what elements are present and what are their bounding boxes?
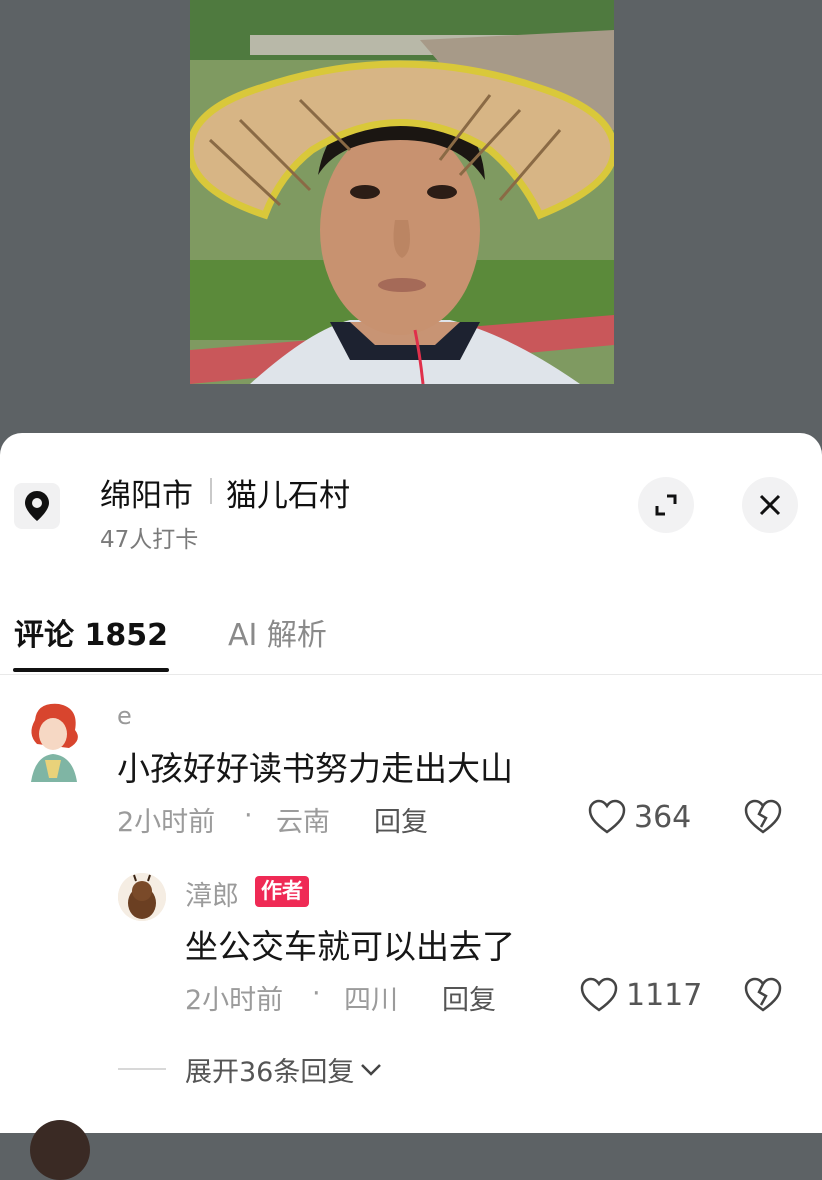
author-badge: 作者	[255, 876, 309, 907]
checkin-count: 47人打卡	[100, 527, 199, 553]
avatar[interactable]	[118, 873, 166, 921]
broken-heart-icon[interactable]	[744, 977, 782, 1017]
reply-button[interactable]: 回复	[374, 800, 428, 839]
like-count: 364	[634, 800, 692, 835]
broken-heart-icon[interactable]	[744, 799, 782, 839]
expand-replies-line	[118, 1068, 166, 1070]
tab-active-indicator	[13, 668, 169, 672]
location-separator	[210, 478, 212, 504]
video-thumbnail-image	[190, 0, 614, 384]
tab-ai-analysis[interactable]: AI 解析	[228, 610, 327, 654]
close-icon	[759, 494, 781, 516]
comment-username[interactable]: e	[117, 702, 132, 730]
expand-replies-button[interactable]: 展开36条回复	[185, 1050, 382, 1089]
reply-button[interactable]: 回复	[442, 978, 496, 1017]
avatar[interactable]	[30, 1120, 90, 1180]
chevron-down-icon	[361, 1063, 382, 1076]
meta-separator: ·	[312, 978, 321, 1009]
like-count: 1117	[626, 978, 703, 1013]
avatar[interactable]	[17, 700, 87, 782]
expand-button[interactable]	[638, 477, 694, 533]
comment-region: 云南	[276, 807, 330, 838]
video-player-area[interactable]	[0, 0, 822, 440]
comment-text: 小孩好好读书努力走出大山	[117, 749, 513, 788]
reply-username[interactable]: 漳郎	[185, 874, 239, 913]
close-button[interactable]	[742, 477, 798, 533]
meta-separator: ·	[244, 800, 253, 831]
tabs-divider	[0, 674, 822, 675]
reply-time: 2小时前	[185, 985, 284, 1016]
reply-region: 四川	[344, 985, 398, 1016]
expand-icon	[655, 494, 677, 516]
location-pin-icon	[14, 483, 60, 529]
expand-replies-label: 展开36条回复	[185, 1057, 355, 1088]
heart-icon[interactable]	[580, 977, 618, 1017]
tab-comments[interactable]: 评论 1852	[14, 610, 168, 654]
comment-time: 2小时前	[117, 807, 216, 838]
heart-icon[interactable]	[588, 799, 626, 839]
location-village[interactable]: 猫儿石村	[226, 470, 350, 515]
location-city[interactable]: 绵阳市	[100, 470, 193, 515]
video-frame[interactable]	[190, 0, 614, 384]
reply-text: 坐公交车就可以出去了	[185, 927, 515, 966]
